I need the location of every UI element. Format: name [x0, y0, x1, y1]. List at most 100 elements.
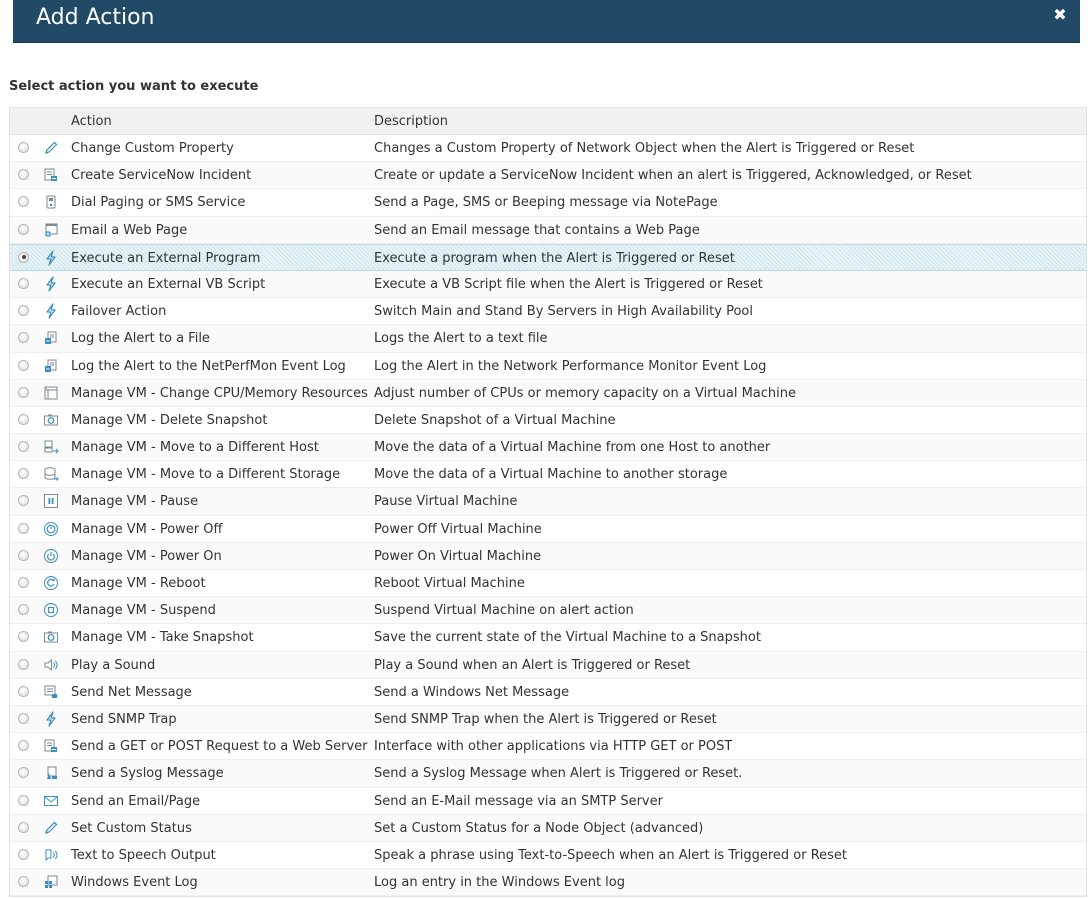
table-row[interactable]: Failover Action Switch Main and Stand By … [10, 298, 1086, 326]
action-name-cell: Manage VM - Reboot [71, 576, 206, 591]
table-row[interactable]: Email a Web Page Send an Email message th… [10, 216, 1086, 244]
row-radio-button[interactable] [18, 577, 29, 588]
action-name-cell: Send SNMP Trap [71, 711, 177, 727]
row-radio-button[interactable] [18, 685, 29, 697]
action-name-cell: Text to Speech Output [71, 847, 216, 863]
table-row[interactable]: Send a Syslog Message Send a Syslog Messa… [10, 760, 1086, 788]
row-radio-button[interactable] [18, 251, 29, 263]
lightning-icon [43, 250, 59, 266]
table-row[interactable]: Manage VM - Delete Snapshot Delete Snapsh… [10, 407, 1086, 435]
table-row[interactable]: Manage VM - Power Off Power Off Virtual M… [10, 516, 1086, 543]
action-name-cell: Log the Alert to the NetPerfMon Event Lo… [71, 358, 346, 374]
table-row[interactable]: Manage VM - Pause Pause Virtual Machine [10, 488, 1086, 516]
action-name-cell: Manage VM - Suspend [71, 603, 216, 619]
row-radio-button[interactable] [18, 604, 29, 616]
row-radio-button[interactable] [18, 196, 29, 208]
web-page-icon [43, 222, 59, 238]
table-row[interactable]: Manage VM - Reboot Reboot Virtual Machine [10, 570, 1086, 598]
row-radio-button[interactable] [18, 549, 29, 561]
action-name-cell: Failover Action [71, 304, 167, 320]
table-row[interactable]: Send Net Message Send a Windows Net Messa… [10, 679, 1086, 706]
power-off-icon [43, 521, 59, 537]
action-description-cell: Move the data of a Virtual Machine from … [374, 440, 771, 456]
table-row[interactable]: Execute an External Program Execute a pro… [10, 243, 1086, 271]
table-row[interactable]: Set Custom Status Set a Custom Status for… [10, 814, 1086, 842]
table-row[interactable]: Log the Alert to the NetPerfMon Event Lo… [10, 353, 1086, 380]
row-radio-button[interactable] [18, 740, 29, 752]
pause-icon [43, 493, 59, 509]
row-radio-button[interactable] [18, 876, 29, 888]
table-row[interactable]: Change Custom Property Changes a Custom P… [10, 135, 1086, 163]
row-radio-button[interactable] [18, 658, 29, 670]
row-radio-button[interactable] [18, 142, 29, 153]
row-radio-button[interactable] [18, 305, 29, 317]
table-row[interactable]: Dial Paging or SMS Service Send a Page, S… [10, 189, 1086, 217]
table-row[interactable]: Execute an External VB Script Execute a V… [10, 270, 1086, 299]
row-radio-button[interactable] [18, 386, 29, 398]
actions-table: Action Description Change Custom Propert… [9, 107, 1087, 898]
action-description-cell: Changes a Custom Property of Network Obj… [374, 141, 915, 156]
table-row[interactable]: Log the Alert to a File Logs the Alert to… [10, 325, 1086, 353]
row-radio-button[interactable] [18, 848, 29, 860]
action-description-cell: Power On Virtual Machine [374, 548, 542, 564]
pager-icon [43, 194, 59, 210]
table-row[interactable]: Send a GET or POST Request to a Web Serv… [10, 733, 1086, 761]
action-description-cell: Send SNMP Trap when the Alert is Trigger… [374, 711, 717, 727]
suspend-icon [43, 602, 59, 618]
table-body: Change Custom Property Changes a Custom P… [10, 135, 1086, 897]
row-radio-button[interactable] [18, 821, 29, 833]
move-host-icon [43, 439, 59, 455]
row-radio-button[interactable] [18, 441, 29, 453]
action-name-cell: Manage VM - Power On [71, 548, 222, 564]
pencil-icon [43, 820, 59, 836]
power-on-icon [43, 548, 59, 564]
action-description-cell: Adjust number of CPUs or memory capacity… [374, 385, 796, 401]
row-radio-button[interactable] [18, 359, 29, 371]
instruction-label: Select action you want to execute [9, 79, 259, 94]
row-radio-button[interactable] [18, 495, 29, 507]
row-radio-button[interactable] [18, 631, 29, 643]
table-row[interactable]: Text to Speech Output Speak a phrase usin… [10, 842, 1086, 870]
action-description-cell: Pause Virtual Machine [374, 494, 518, 510]
table-row[interactable]: Send SNMP Trap Send SNMP Trap when the Al… [10, 705, 1086, 734]
action-name-cell: Manage VM - Pause [71, 494, 199, 510]
table-row[interactable]: Send an Email/Page Send an E-Mail message… [10, 788, 1086, 815]
row-radio-button[interactable] [18, 468, 29, 480]
action-description-cell: Save the current state of the Virtual Ma… [374, 630, 761, 646]
table-row[interactable]: Manage VM - Move to a Different Host Move… [10, 434, 1086, 462]
action-name-cell: Send Net Message [71, 684, 192, 700]
row-radio-button[interactable] [18, 223, 29, 235]
table-row[interactable]: Manage VM - Take Snapshot Save the curren… [10, 624, 1086, 652]
table-row[interactable]: Play a Sound Play a Sound when an Alert i… [10, 651, 1086, 679]
row-radio-button[interactable] [18, 413, 29, 425]
table-row[interactable]: Manage VM - Change CPU/Memory Resources A… [10, 379, 1086, 407]
row-radio-button[interactable] [18, 522, 29, 534]
row-radio-button[interactable] [18, 169, 29, 181]
lightning-icon [43, 276, 59, 292]
camera-icon [43, 412, 59, 428]
action-description-cell: Suspend Virtual Machine on alert action [374, 603, 634, 619]
log-file-icon [43, 330, 59, 346]
table-row[interactable]: Create ServiceNow Incident Create or upda… [10, 162, 1086, 190]
table-row[interactable]: Windows Event Log Log an entry in the Win… [10, 869, 1086, 897]
table-row[interactable]: Manage VM - Suspend Suspend Virtual Machi… [10, 597, 1086, 625]
action-description-cell: Send a Syslog Message when Alert is Trig… [374, 766, 743, 782]
close-icon[interactable]: ✖ [1052, 8, 1068, 24]
camera-icon [43, 629, 59, 645]
action-description-cell: Execute a program when the Alert is Trig… [374, 250, 735, 266]
action-name-cell: Manage VM - Move to a Different Host [71, 440, 319, 456]
action-name-cell: Windows Event Log [71, 875, 198, 891]
lightning-icon [43, 711, 59, 727]
table-row[interactable]: Manage VM - Move to a Different Storage M… [10, 461, 1086, 489]
vm-resources-icon [43, 385, 59, 401]
table-header: Action Description [10, 108, 1086, 135]
column-header-description: Description [374, 114, 449, 129]
row-radio-button[interactable] [18, 712, 29, 724]
action-name-cell: Dial Paging or SMS Service [71, 195, 246, 211]
row-radio-button[interactable] [18, 332, 29, 344]
row-radio-button[interactable] [18, 277, 29, 289]
table-row[interactable]: Manage VM - Power On Power On Virtual Mac… [10, 542, 1086, 570]
row-radio-button[interactable] [18, 767, 29, 779]
dialog-title: Add Action [36, 5, 155, 30]
row-radio-button[interactable] [18, 794, 29, 806]
